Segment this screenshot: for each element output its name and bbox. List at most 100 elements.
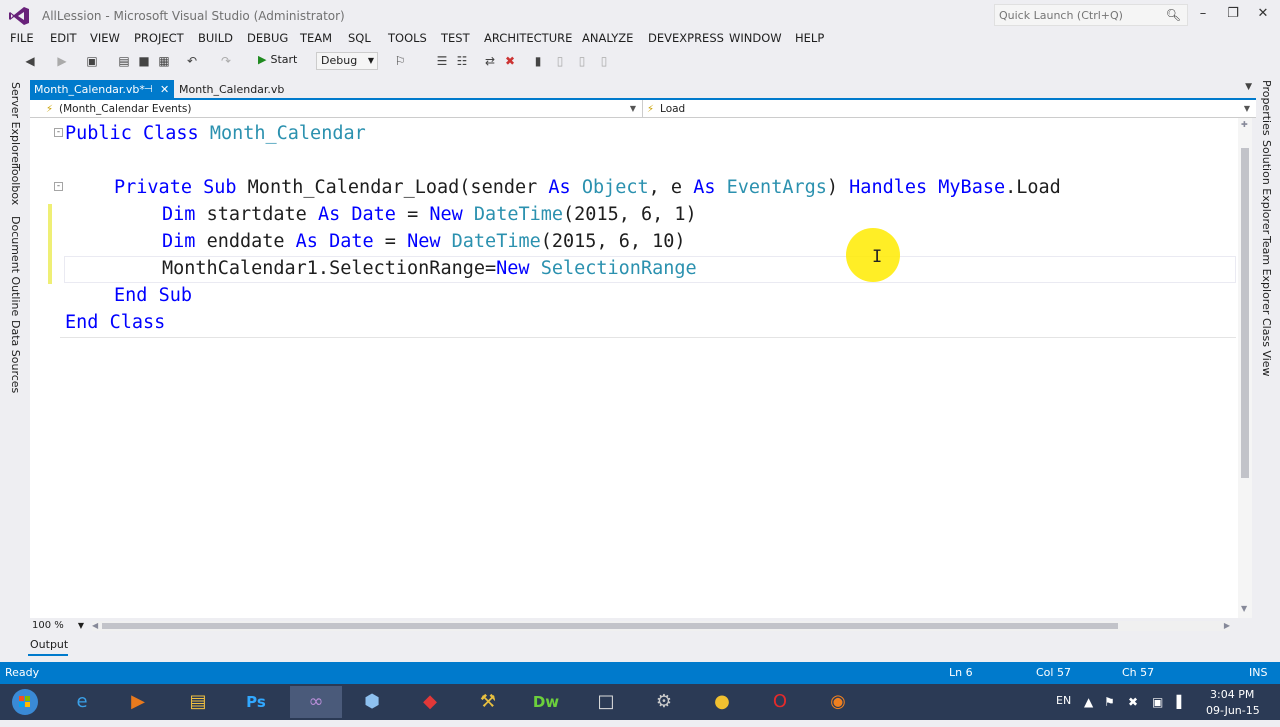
- file-explorer-icon[interactable]: ▤: [172, 686, 224, 718]
- event-icon: ⚡︎: [647, 104, 655, 115]
- team-explorer-tab[interactable]: Team Explorer: [1260, 236, 1273, 314]
- document-outline-tab[interactable]: Document Outline: [9, 216, 22, 316]
- start-button[interactable]: [0, 686, 50, 718]
- menu-help[interactable]: HELP: [795, 31, 824, 45]
- code-navigation-bar: ⚡︎ (Month_Calendar Events) ▼ ⚡︎ Load ▼: [30, 100, 1256, 118]
- menu-file[interactable]: FILE: [10, 31, 34, 45]
- editor-bottom-bar: 100 % ▼ ◀ ▶: [30, 618, 1238, 634]
- find-in-files-icon[interactable]: ⚐: [392, 53, 408, 69]
- action-center-icon[interactable]: ⚑: [1104, 695, 1115, 709]
- clock-date[interactable]: 09-Jun-15: [1206, 704, 1260, 717]
- clock-time[interactable]: 3:04 PM: [1210, 688, 1254, 701]
- menu-analyze[interactable]: ANALYZE: [582, 31, 633, 45]
- data-sources-tab[interactable]: Data Sources: [9, 320, 22, 393]
- window-app-icon[interactable]: □: [580, 686, 632, 718]
- quick-launch-input[interactable]: [999, 7, 1159, 23]
- solution-explorer-icon[interactable]: ☰: [434, 53, 450, 69]
- properties-tab[interactable]: Properties: [1260, 80, 1273, 136]
- properties-icon[interactable]: ☷: [454, 53, 470, 69]
- method-dropdown[interactable]: ⚡︎ Load ▼: [642, 100, 1254, 118]
- split-icon[interactable]: ✚: [1241, 120, 1248, 129]
- menu-sql[interactable]: SQL: [348, 31, 371, 45]
- horizontal-scroll-thumb[interactable]: [102, 623, 1118, 629]
- tab-overflow-icon[interactable]: ▼: [1245, 82, 1252, 92]
- menu-devexpress[interactable]: DEVEXPRESS: [648, 31, 724, 45]
- menu-test[interactable]: TEST: [441, 31, 470, 45]
- menu-window[interactable]: WINDOW: [729, 31, 782, 45]
- next-bookmark-icon[interactable]: ▯: [574, 53, 590, 69]
- menu-edit[interactable]: EDIT: [50, 31, 77, 45]
- internet-explorer-icon[interactable]: e: [56, 686, 108, 718]
- photoshop-icon[interactable]: Ps: [230, 686, 282, 718]
- start-debug-button[interactable]: ▶ Start: [258, 53, 297, 69]
- minimize-button[interactable]: –: [1188, 4, 1218, 26]
- clear-bookmarks-icon[interactable]: ▯: [596, 53, 612, 69]
- open-file-icon[interactable]: ▤: [116, 53, 132, 69]
- close-button[interactable]: ✕: [1248, 4, 1278, 26]
- pin-icon[interactable]: ⊣: [144, 80, 153, 99]
- menu-project[interactable]: PROJECT: [134, 31, 184, 45]
- bookmark-icon[interactable]: ▮: [530, 53, 546, 69]
- save-icon[interactable]: ■: [136, 53, 152, 69]
- solution-config-dropdown[interactable]: Debug ▼: [316, 52, 378, 70]
- menu-architecture[interactable]: ARCHITECTURE: [484, 31, 572, 45]
- output-tab[interactable]: Output: [30, 638, 68, 651]
- visual-studio-icon[interactable]: ∞: [290, 686, 342, 718]
- network-app-icon[interactable]: ⚙: [638, 686, 690, 718]
- scroll-left-icon[interactable]: ◀: [92, 621, 98, 630]
- step-icon[interactable]: ⇄: [482, 53, 498, 69]
- maximize-button[interactable]: ❐: [1218, 4, 1248, 26]
- close-tab-icon[interactable]: ✕: [160, 80, 169, 99]
- code-line-7: End Sub: [114, 285, 192, 306]
- scroll-right-icon[interactable]: ▶: [1224, 621, 1230, 630]
- status-insert-mode: INS: [1249, 666, 1268, 679]
- class-view-tab[interactable]: Class View: [1260, 318, 1273, 377]
- dreamweaver-icon[interactable]: Dw: [520, 686, 572, 718]
- tools-icon[interactable]: ⚒: [462, 686, 514, 718]
- prev-bookmark-icon[interactable]: ▯: [552, 53, 568, 69]
- window-title: AllLession - Microsoft Visual Studio (Ad…: [42, 9, 345, 23]
- zoom-dropdown[interactable]: 100 % ▼: [30, 619, 86, 633]
- save-all-icon[interactable]: ▦: [156, 53, 172, 69]
- forward-icon[interactable]: ▶: [54, 53, 70, 69]
- search-icon[interactable]: 🔍︎: [1166, 8, 1181, 22]
- virtualbox-icon[interactable]: ⬢: [346, 686, 398, 718]
- back-icon[interactable]: ◀: [22, 53, 38, 69]
- menu-tools[interactable]: TOOLS: [388, 31, 427, 45]
- class-dropdown[interactable]: ⚡︎ (Month_Calendar Events) ▼: [30, 100, 640, 118]
- network-signal-icon[interactable]: ▐: [1172, 695, 1181, 709]
- redo-icon[interactable]: ↷: [218, 53, 234, 69]
- status-column: Col 57: [1036, 666, 1071, 679]
- opera-icon[interactable]: O: [754, 686, 806, 718]
- editor-vertical-scrollbar[interactable]: ✚ ▼: [1238, 118, 1252, 618]
- menu-debug[interactable]: DEBUG: [247, 31, 288, 45]
- horizontal-scrollbar[interactable]: ◀ ▶: [92, 621, 1230, 631]
- new-project-icon[interactable]: ▣: [84, 53, 100, 69]
- server-explorer-tab[interactable]: Server Explorer: [9, 82, 22, 167]
- tab-month-calendar-vb[interactable]: Month_Calendar.vb* ⊣ ✕: [30, 80, 174, 99]
- chrome-icon[interactable]: ●: [696, 686, 748, 718]
- quick-launch[interactable]: 🔍︎: [994, 4, 1188, 26]
- firefox-icon[interactable]: ◉: [812, 686, 864, 718]
- menu-view[interactable]: VIEW: [90, 31, 120, 45]
- input-language[interactable]: EN: [1056, 694, 1071, 707]
- vertical-scroll-thumb[interactable]: [1241, 148, 1249, 478]
- scroll-down-icon[interactable]: ▼: [1241, 604, 1247, 613]
- solution-explorer-tab[interactable]: Solution Explorer: [1260, 140, 1273, 234]
- show-hidden-icons-icon[interactable]: ▲: [1084, 695, 1093, 709]
- toolbox-tab[interactable]: Toolbox: [9, 164, 22, 205]
- media-player-icon[interactable]: ▶: [112, 686, 164, 718]
- display-icon[interactable]: ▣: [1152, 695, 1163, 709]
- breakpoint-icon[interactable]: ✖: [502, 53, 518, 69]
- winrar-icon[interactable]: ◆: [404, 686, 456, 718]
- menu-build[interactable]: BUILD: [198, 31, 233, 45]
- tab-month-calendar-design[interactable]: Month_Calendar.vb [Design]*: [175, 80, 335, 115]
- event-icon: ⚡︎: [46, 104, 54, 115]
- left-tool-rail: Server Explorer Toolbox Document Outline…: [0, 80, 28, 660]
- code-editor[interactable]: - - Public Class Month_Calendar Private …: [30, 118, 1238, 618]
- chevron-down-icon: ▼: [1243, 104, 1250, 113]
- code-text-area[interactable]: Public Class Month_Calendar Private Sub …: [60, 118, 1236, 338]
- security-icon[interactable]: ✖: [1128, 695, 1138, 709]
- undo-icon[interactable]: ↶: [184, 53, 200, 69]
- menu-team[interactable]: TEAM: [300, 31, 332, 45]
